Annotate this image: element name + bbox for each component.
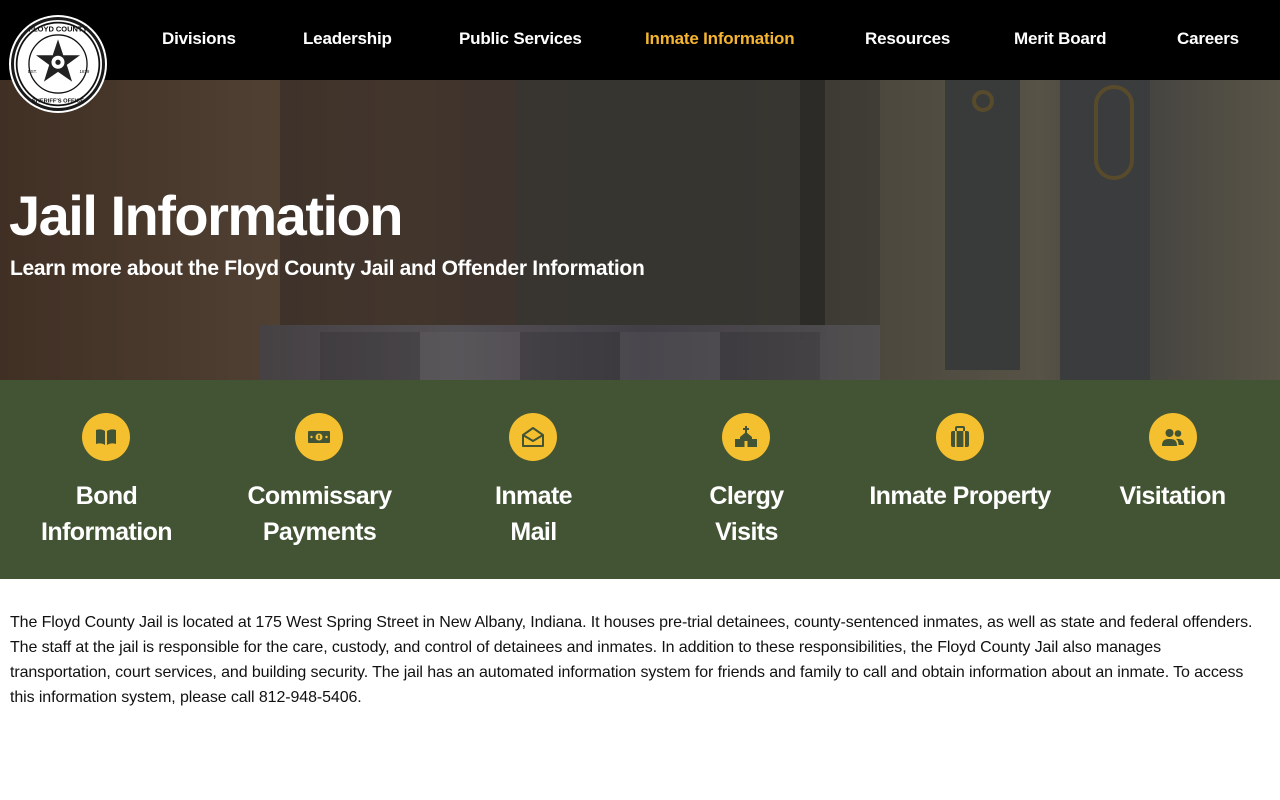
- logo-est-text: EST.: [28, 69, 37, 74]
- quicklink-clergy-visits[interactable]: Clergy Visits: [660, 380, 833, 579]
- logo-year-text: 1819: [80, 69, 90, 74]
- main-nav: Divisions Leadership Public Services Inm…: [0, 0, 1280, 80]
- page-title: Jail Information: [9, 184, 403, 247]
- page-subtitle: Learn more about the Floyd County Jail a…: [10, 257, 645, 280]
- envelope-open-icon: [509, 413, 557, 461]
- nav-resources[interactable]: Resources: [865, 29, 950, 49]
- quicklink-label: Clergy Visits: [709, 482, 784, 546]
- quicklink-bond-information[interactable]: Bond Information: [20, 380, 193, 579]
- hero-banner: Jail Information Learn more about the Fl…: [0, 80, 1280, 380]
- nav-inmate-information[interactable]: Inmate Information: [645, 29, 795, 49]
- quicklink-label: Inmate Property: [869, 482, 1051, 510]
- quicklink-inmate-property[interactable]: Inmate Property: [860, 380, 1060, 579]
- nav-divisions[interactable]: Divisions: [162, 29, 236, 49]
- logo-top-text: FLOYD COUNTY: [29, 24, 88, 33]
- quicklink-visitation[interactable]: Visitation: [1086, 380, 1259, 579]
- book-icon: [82, 413, 130, 461]
- sheriff-star-badge-icon: FLOYD COUNTY SHERIFF'S OFFICE EST. 1819: [15, 21, 101, 107]
- main-content: The Floyd County Jail is located at 175 …: [10, 610, 1265, 710]
- quicklink-label: Inmate Mail: [495, 482, 573, 546]
- quicklink-commissary-payments[interactable]: Commissary Payments: [233, 380, 406, 579]
- church-icon: [722, 413, 770, 461]
- suitcase-icon: [936, 413, 984, 461]
- users-icon: [1149, 413, 1197, 461]
- quick-links-bar: Bond Information Commissary Payments Inm…: [0, 380, 1280, 579]
- quicklink-label: Commissary Payments: [247, 482, 392, 546]
- quicklink-label: Visitation: [1119, 482, 1226, 510]
- quicklink-inmate-mail[interactable]: Inmate Mail: [447, 380, 620, 579]
- sheriff-logo[interactable]: FLOYD COUNTY SHERIFF'S OFFICE EST. 1819: [11, 17, 105, 111]
- nav-leadership[interactable]: Leadership: [303, 29, 392, 49]
- nav-public-services[interactable]: Public Services: [459, 29, 582, 49]
- jail-description-paragraph: The Floyd County Jail is located at 175 …: [10, 614, 1253, 706]
- quicklink-label: Bond Information: [41, 482, 172, 546]
- nav-merit-board[interactable]: Merit Board: [1014, 29, 1106, 49]
- money-icon: [295, 413, 343, 461]
- logo-bottom-text: SHERIFF'S OFFICE: [32, 99, 84, 105]
- nav-careers[interactable]: Careers: [1177, 29, 1239, 49]
- site-header: Divisions Leadership Public Services Inm…: [0, 0, 1280, 80]
